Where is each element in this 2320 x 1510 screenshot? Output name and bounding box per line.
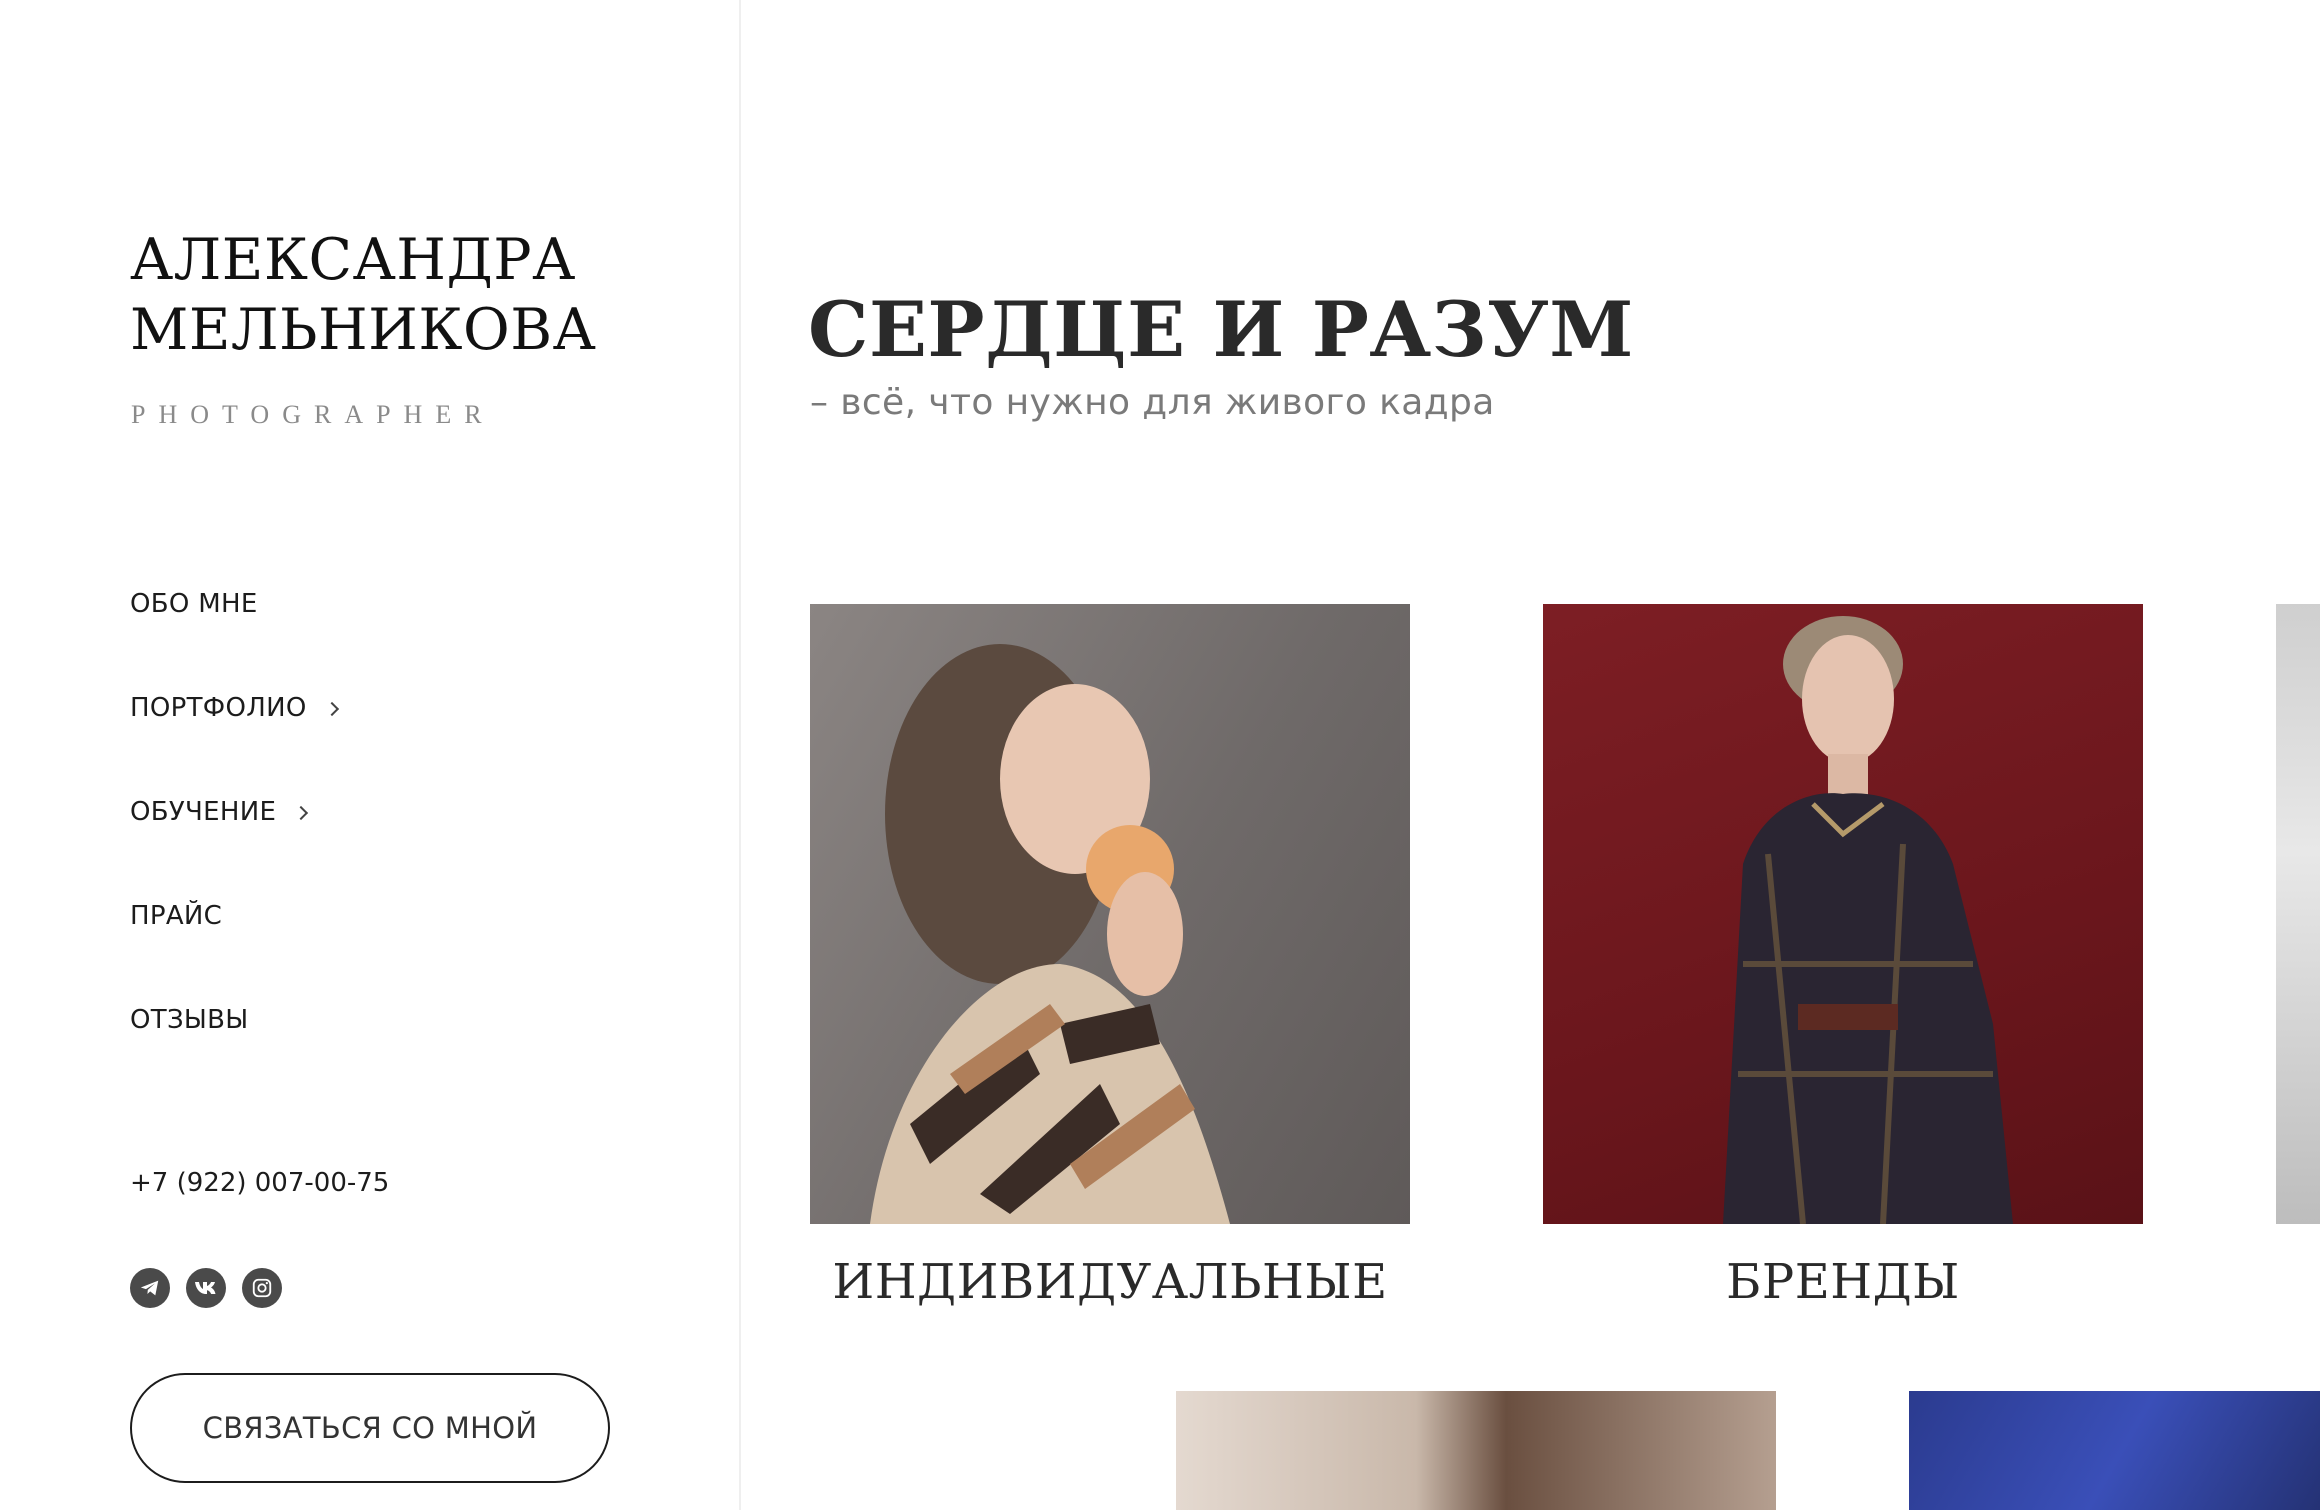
social-links (130, 1268, 282, 1308)
page-title: СЕРДЦЕ И РАЗУМ (808, 285, 1634, 374)
brand-name-line2: МЕЛЬНИКОВА (130, 297, 597, 363)
brand-name-line1: АЛЕКСАНДРА (130, 227, 576, 293)
brand-logo[interactable]: АЛЕКСАНДРА МЕЛЬНИКОВА (130, 225, 596, 365)
phone-link[interactable]: +7 (922) 007-00-75 (130, 1168, 389, 1198)
category-label: БРЕНДЫ (1726, 1254, 1960, 1310)
photo-woman-with-fruit (810, 604, 1410, 1224)
main-nav: ОБО МНЕ ПОРТФОЛИО ОБУЧЕНИЕ ПРАЙС ОТЗЫВЫ (130, 584, 339, 1104)
page-subtitle: – всё, что нужно для живого кадра (810, 382, 1495, 423)
nav-item-label: ОТЗЫВЫ (130, 1005, 249, 1035)
instagram-icon[interactable] (242, 1268, 282, 1308)
nav-item-label: ОБУЧЕНИЕ (130, 797, 277, 827)
telegram-icon[interactable] (130, 1268, 170, 1308)
photo-couple[interactable] (1176, 1391, 1776, 1510)
photo-partial-right[interactable] (2276, 604, 2320, 1224)
nav-item-label: ПОРТФОЛИО (130, 693, 307, 723)
nav-item-label: ОБО МНЕ (130, 589, 258, 619)
nav-item-about[interactable]: ОБО МНЕ (130, 584, 337, 624)
nav-item-training[interactable]: ОБУЧЕНИЕ (130, 792, 337, 832)
chevron-right-icon (324, 701, 339, 717)
vk-icon[interactable] (186, 1268, 226, 1308)
contact-me-button[interactable]: СВЯЗАТЬСЯ СО МНОЙ (130, 1373, 610, 1483)
category-card-individual[interactable]: ИНДИВИДУАЛЬНЫЕ (810, 604, 1410, 1324)
photo-event-banner[interactable] (1909, 1391, 2320, 1510)
nav-item-reviews[interactable]: ОТЗЫВЫ (130, 1000, 337, 1040)
nav-item-portfolio[interactable]: ПОРТФОЛИО (130, 688, 339, 728)
sidebar: АЛЕКСАНДРА МЕЛЬНИКОВА PHOTOGRAPHER ОБО М… (0, 0, 741, 1510)
category-card-brands[interactable]: БРЕНДЫ (1543, 604, 2143, 1324)
category-label: ИНДИВИДУАЛЬНЫЕ (832, 1254, 1388, 1310)
brand-tagline: PHOTOGRAPHER (131, 400, 495, 429)
nav-item-price[interactable]: ПРАЙС (130, 896, 337, 936)
nav-item-label: ПРАЙС (130, 901, 223, 931)
photo-model-in-jacket (1543, 604, 2143, 1224)
chevron-right-icon (294, 805, 309, 821)
